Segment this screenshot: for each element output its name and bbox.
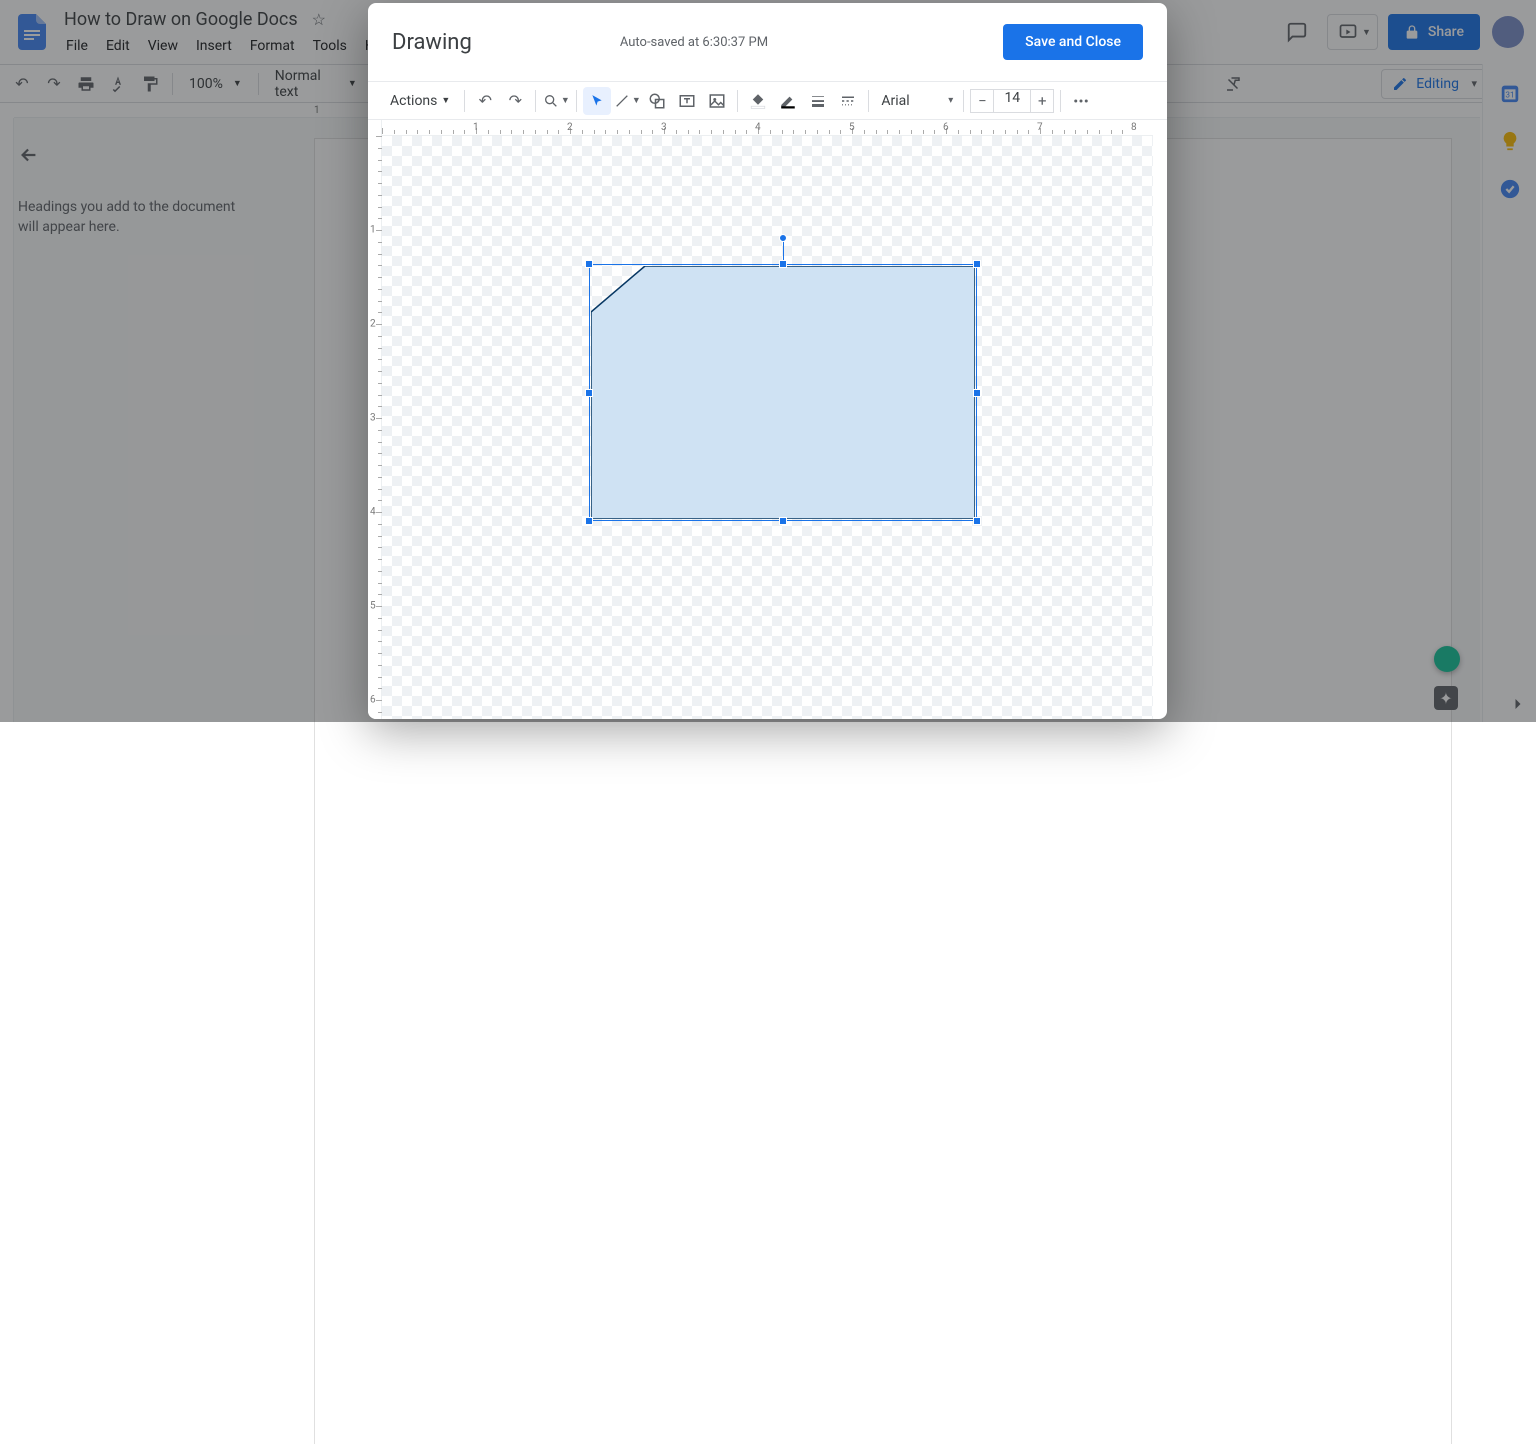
drawing-dialog: Drawing Auto-saved at 6:30:37 PM Save an… <box>368 3 1167 719</box>
ruler-number: 6 <box>370 695 376 706</box>
ruler-number: 2 <box>567 122 573 133</box>
ruler-number: 7 <box>1037 122 1043 133</box>
save-and-close-button[interactable]: Save and Close <box>1003 24 1143 60</box>
ruler-number: 1 <box>473 122 479 133</box>
selected-shape[interactable] <box>589 264 977 521</box>
drawing-h-ruler[interactable]: 1 2 3 4 5 6 7 8 <box>382 120 1153 136</box>
ruler-number: 6 <box>943 122 949 133</box>
drawing-v-ruler[interactable]: 1 2 3 4 5 6 <box>368 120 382 719</box>
resize-handle-se[interactable] <box>973 517 981 525</box>
ruler-number: 2 <box>370 319 376 330</box>
ruler-number: 3 <box>370 413 376 424</box>
more-options-icon[interactable] <box>1067 87 1095 115</box>
ruler-number: 5 <box>370 601 376 612</box>
resize-handle-w[interactable] <box>585 389 593 397</box>
font-family-select[interactable]: Arial <box>875 93 957 109</box>
ruler-number: 4 <box>370 507 376 518</box>
autosave-status: Auto-saved at 6:30:37 PM <box>620 35 768 50</box>
resize-handle-e[interactable] <box>973 389 981 397</box>
rotation-handle[interactable] <box>779 234 787 242</box>
rotation-line <box>783 240 784 260</box>
shape-tool-icon[interactable] <box>643 87 671 115</box>
font-size-group: − 14 + <box>970 89 1054 113</box>
fill-color-icon[interactable] <box>744 87 772 115</box>
ruler-number: 3 <box>661 122 667 133</box>
undo-icon[interactable]: ↶ <box>471 87 499 115</box>
ruler-number: 8 <box>1131 122 1137 133</box>
dialog-title: Drawing <box>392 30 472 55</box>
resize-handle-sw[interactable] <box>585 517 593 525</box>
ruler-number: 4 <box>755 122 761 133</box>
border-dash-icon[interactable] <box>834 87 862 115</box>
resize-handle-n[interactable] <box>779 260 787 268</box>
line-tool-icon[interactable]: ▼ <box>613 87 641 115</box>
zoom-icon[interactable]: ▼ <box>542 87 570 115</box>
resize-handle-nw[interactable] <box>585 260 593 268</box>
ruler-number: 5 <box>849 122 855 133</box>
drawing-toolbar: Actions▼ ↶ ↷ ▼ ▼ Arial − 14 + <box>368 81 1167 120</box>
border-color-icon[interactable] <box>774 87 802 115</box>
ruler-number: 1 <box>370 225 376 236</box>
font-size-increase-button[interactable]: + <box>1030 89 1054 113</box>
drawing-canvas[interactable] <box>382 136 1153 719</box>
actions-menu[interactable]: Actions▼ <box>382 93 458 109</box>
font-size-decrease-button[interactable]: − <box>970 89 994 113</box>
shape-fill <box>591 266 975 519</box>
dialog-header: Drawing Auto-saved at 6:30:37 PM Save an… <box>368 3 1167 81</box>
redo-icon[interactable]: ↷ <box>501 87 529 115</box>
border-weight-icon[interactable] <box>804 87 832 115</box>
resize-handle-ne[interactable] <box>973 260 981 268</box>
resize-handle-s[interactable] <box>779 517 787 525</box>
textbox-tool-icon[interactable] <box>673 87 701 115</box>
select-tool-icon[interactable] <box>583 87 611 115</box>
drawing-canvas-area: 1 2 3 4 5 6 1 2 3 4 5 6 7 8 <box>368 120 1167 719</box>
font-size-input[interactable]: 14 <box>994 89 1030 113</box>
image-tool-icon[interactable] <box>703 87 731 115</box>
